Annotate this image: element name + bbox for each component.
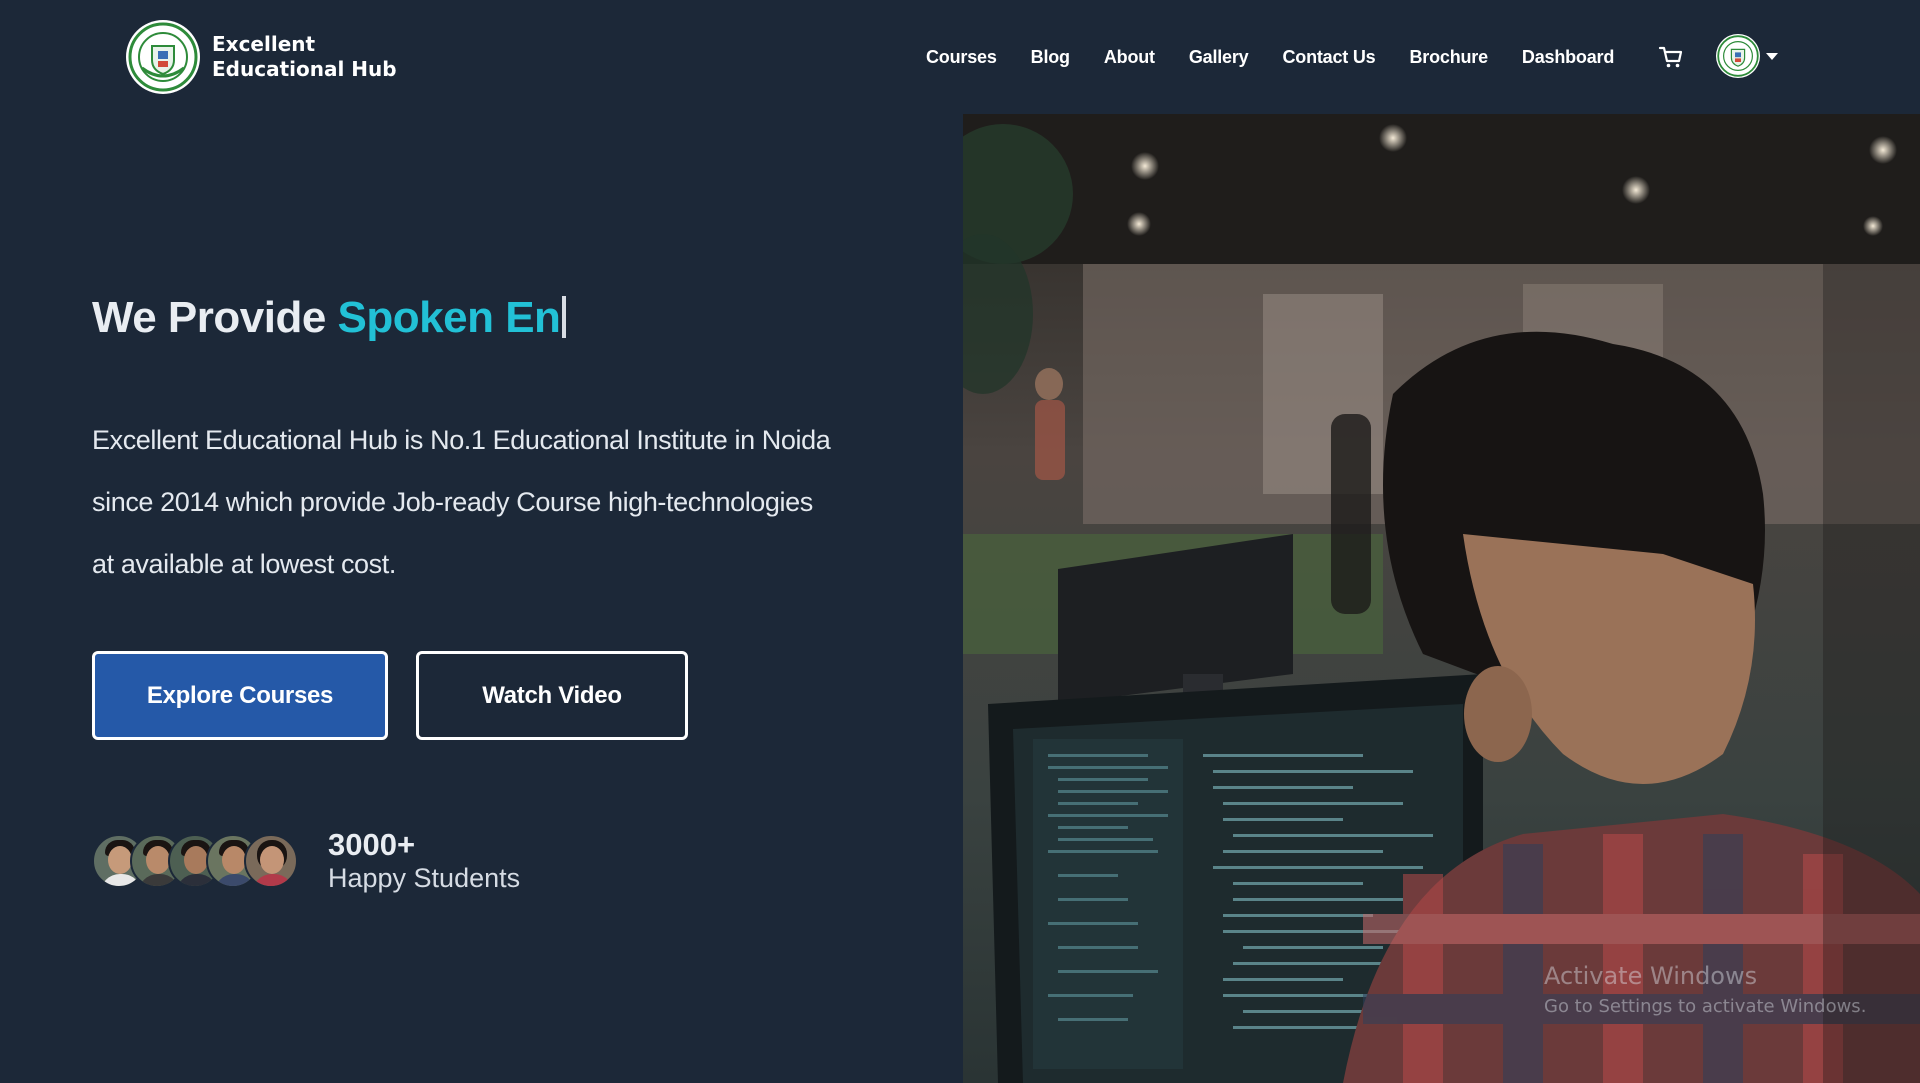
student-avatar	[244, 834, 298, 888]
watermark-title: Activate Windows	[1544, 962, 1758, 990]
hero-title: We Provide Spoken En	[92, 293, 567, 343]
student-count: 3000+	[328, 827, 416, 862]
brand-link[interactable]: Excellent Educational Hub	[126, 20, 402, 94]
watermark-subtitle: Go to Settings to activate Windows.	[1544, 996, 1867, 1017]
hero-title-accent: Spoken En	[337, 293, 561, 342]
hero-title-prefix: We Provide	[92, 293, 338, 342]
profile-menu[interactable]	[1716, 34, 1778, 78]
navbar: Excellent Educational Hub Courses Blog A…	[0, 0, 1920, 114]
nav-blog[interactable]: Blog	[1031, 47, 1070, 68]
avatar[interactable]	[1716, 34, 1760, 78]
nav-brochure[interactable]: Brochure	[1409, 47, 1488, 68]
brand-name-line1: Excellent	[212, 32, 316, 56]
student-stats: 3000+ Happy Students	[328, 828, 520, 894]
explore-courses-button[interactable]: Explore Courses	[92, 651, 388, 740]
happy-students: 3000+ Happy Students	[92, 828, 520, 894]
student-label: Happy Students	[328, 863, 521, 893]
nav-gallery[interactable]: Gallery	[1189, 47, 1249, 68]
nav-contact-us[interactable]: Contact Us	[1282, 47, 1375, 68]
brand-name-line2: Educational Hub	[212, 57, 397, 81]
main-nav: Courses Blog About Gallery Contact Us Br…	[926, 0, 1648, 114]
cart-icon[interactable]	[1658, 44, 1684, 70]
hero-description: Excellent Educational Hub is No.1 Educat…	[92, 425, 831, 579]
nav-dashboard[interactable]: Dashboard	[1522, 47, 1614, 68]
watch-video-button[interactable]: Watch Video	[416, 651, 688, 740]
nav-about[interactable]: About	[1104, 47, 1155, 68]
hero-photo-illustration	[963, 114, 1920, 1083]
hero-image	[963, 114, 1920, 1083]
brand-logo	[126, 20, 200, 94]
typing-cursor	[562, 296, 567, 338]
chevron-down-icon[interactable]	[1766, 52, 1778, 60]
student-avatars	[92, 834, 298, 888]
activate-windows-watermark: Activate Windows Go to Settings to activ…	[1544, 962, 1866, 1017]
brand-name: Excellent Educational Hub	[212, 32, 402, 82]
nav-courses[interactable]: Courses	[926, 47, 997, 68]
